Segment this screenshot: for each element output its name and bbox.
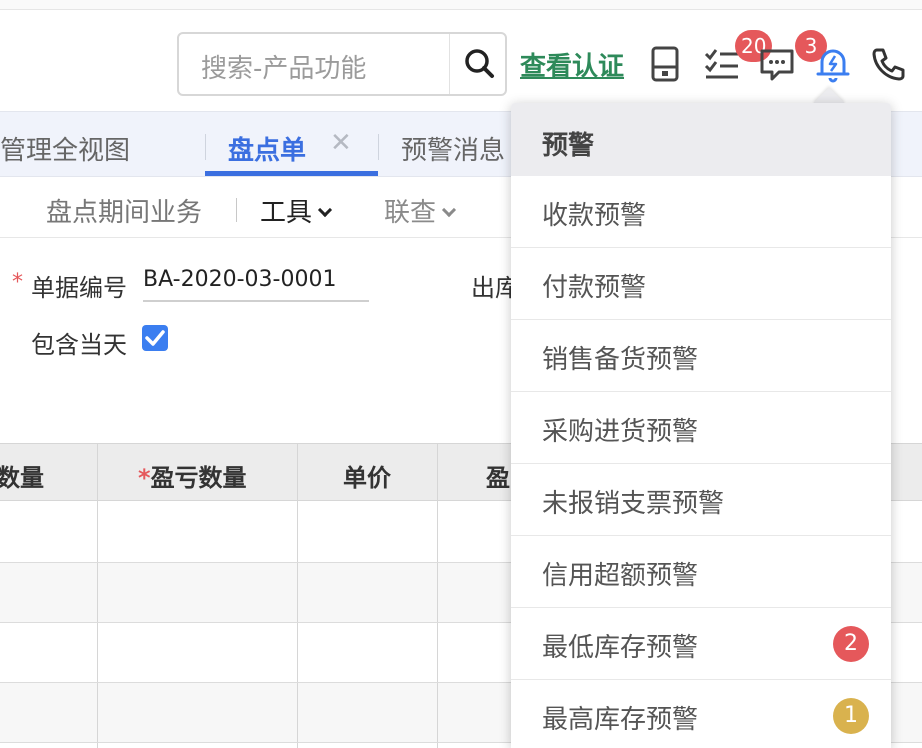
lookup-label: 联查 (384, 198, 437, 228)
alert-item-label: 未报销支票预警 (542, 489, 725, 519)
column-divider (97, 443, 98, 748)
search-icon (465, 49, 494, 78)
column-divider (297, 443, 298, 748)
bell-alert-icon[interactable] (813, 44, 853, 84)
tools-menu[interactable]: 工具 (260, 192, 333, 229)
alert-item-label: 采购进货预警 (542, 417, 699, 447)
close-tab-icon[interactable]: ✕ (330, 128, 352, 158)
alert-item-unreimbursed-check[interactable]: 未报销支票预警 (511, 464, 891, 536)
count-badge: 2 (833, 626, 869, 662)
view-certification-link[interactable]: 查看认证 (520, 46, 624, 83)
search-box[interactable]: 搜索-产品功能 (177, 32, 507, 96)
tab-management-overview[interactable]: 管理全视图 (0, 130, 130, 167)
alert-dropdown: 预警 收款预警 付款预警 销售备货预警 采购进货预警 未报销支票预警 信用超额预… (511, 103, 891, 748)
alert-item-label: 付款预警 (542, 273, 647, 303)
search-button[interactable] (449, 34, 507, 94)
tools-label: 工具 (260, 198, 313, 228)
tab-alert-messages[interactable]: 预警消息 (401, 130, 505, 167)
doc-number-label: 单据编号 (31, 274, 127, 302)
alert-item-label: 信用超额预警 (542, 561, 699, 591)
alert-item-label: 最高库存预警 (542, 705, 699, 735)
top-strip (0, 0, 922, 10)
toolbar-divider (236, 198, 237, 222)
chevron-down-icon (317, 202, 333, 218)
dropdown-header: 预警 (511, 103, 891, 176)
tab-divider (205, 134, 206, 160)
phone-icon[interactable] (869, 44, 909, 84)
active-tab-indicator (205, 171, 378, 176)
required-marker: * (138, 464, 151, 492)
column-header-gain: 盈 (486, 464, 510, 492)
calculator-icon[interactable] (645, 44, 685, 84)
include-today-checkbox[interactable] (142, 325, 168, 351)
column-divider (437, 443, 438, 748)
search-input[interactable]: 搜索-产品功能 (201, 48, 366, 85)
alert-item-max-stock[interactable]: 最高库存预警 1 (511, 680, 891, 748)
alert-item-label: 销售备货预警 (542, 345, 699, 375)
dropdown-title: 预警 (542, 131, 595, 161)
alert-item-min-stock[interactable]: 最低库存预警 2 (511, 608, 891, 680)
count-badge: 1 (833, 698, 869, 734)
alert-item-label: 最低库存预警 (542, 633, 699, 663)
tab-inventory-count[interactable]: 盘点单 (228, 130, 306, 167)
alert-item-label: 收款预警 (542, 201, 647, 231)
tab-divider (378, 134, 379, 160)
column-header-quantity: 数量 (0, 464, 44, 492)
required-marker: * (12, 270, 23, 295)
alert-item-purchase-stocking[interactable]: 采购进货预警 (511, 392, 891, 464)
message-icon[interactable] (757, 44, 797, 84)
alert-item-credit-overlimit[interactable]: 信用超额预警 (511, 536, 891, 608)
column-header-gain-loss-label: 盈亏数量 (150, 464, 247, 492)
doc-number-field[interactable]: BA-2020-03-0001 (143, 266, 369, 302)
column-header-gain-loss-qty: *盈亏数量 (138, 458, 247, 493)
include-today-label: 包含当天 (31, 331, 127, 359)
period-business-button[interactable]: 盘点期间业务 (46, 192, 202, 229)
alert-item-sales-stocking[interactable]: 销售备货预警 (511, 320, 891, 392)
chevron-down-icon (441, 202, 457, 218)
alert-item-payable[interactable]: 付款预警 (511, 248, 891, 320)
column-header-unit-price: 单价 (343, 464, 391, 492)
lookup-menu[interactable]: 联查 (384, 192, 457, 229)
alert-item-receivable[interactable]: 收款预警 (511, 176, 891, 248)
checkmark-icon (145, 330, 165, 346)
